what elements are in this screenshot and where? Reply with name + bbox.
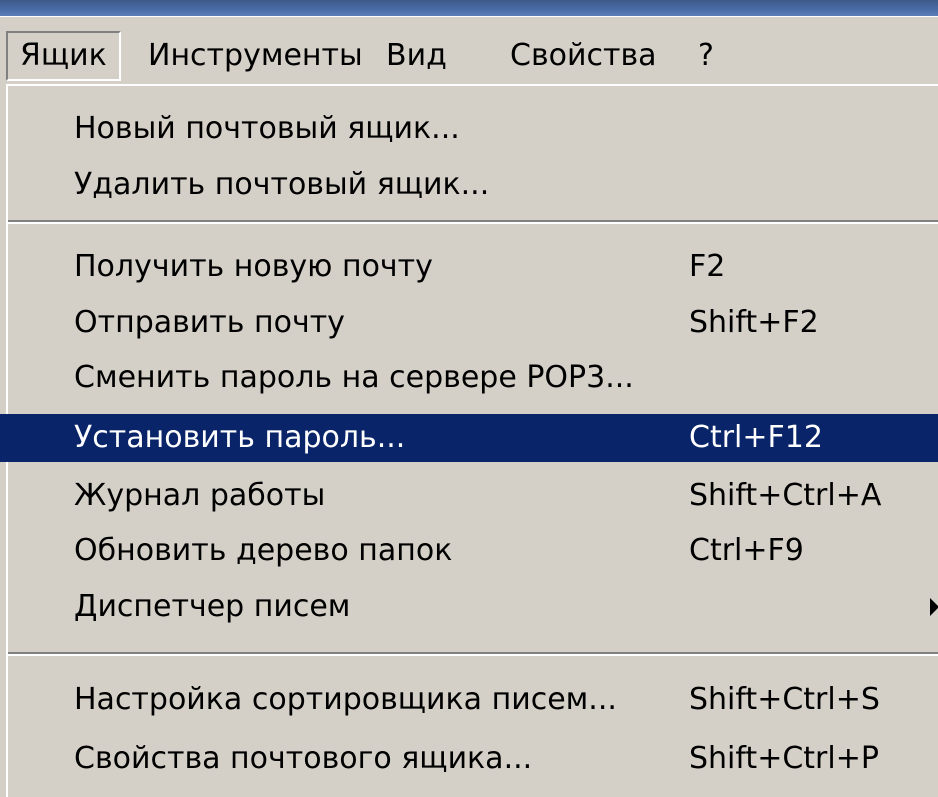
menu-mailbox[interactable]: Ящик: [6, 31, 121, 81]
menu-properties[interactable]: Свойства: [498, 31, 669, 81]
menu-item-mailbox-properties[interactable]: Свойства почтового ящика... Shift+Ctrl+P: [14, 735, 938, 783]
menu-item-change-pop3-password[interactable]: Сменить пароль на сервере POP3...: [14, 354, 938, 402]
menu-separator: [8, 220, 938, 224]
menu-item-shortcut: Shift+Ctrl+S: [689, 682, 880, 717]
menu-item-refresh-folder-tree[interactable]: Обновить дерево папок Ctrl+F9: [14, 527, 938, 575]
menu-help[interactable]: ?: [686, 31, 726, 81]
menu-item-message-manager[interactable]: Диспетчер писем: [14, 583, 938, 631]
application-window: Ящик Инструменты Вид Свойства ? Новый по…: [0, 0, 938, 797]
menu-item-sorter-settings[interactable]: Настройка сортировщика писем... Shift+Ct…: [14, 676, 938, 724]
menu-item-shortcut: Ctrl+F12: [689, 420, 823, 455]
menu-item-label: Диспетчер писем: [74, 589, 351, 624]
menu-item-shortcut: Ctrl+F9: [689, 533, 804, 568]
menu-item-label: Новый почтовый ящик...: [74, 111, 460, 146]
menu-item-shortcut: Shift+Ctrl+A: [689, 478, 882, 513]
menu-item-send-mail[interactable]: Отправить почту Shift+F2: [14, 299, 938, 347]
menu-item-label: Обновить дерево папок: [74, 533, 453, 568]
submenu-arrow-icon: [930, 598, 938, 616]
menu-item-label: Журнал работы: [74, 478, 326, 513]
menu-item-label: Настройка сортировщика писем...: [74, 682, 617, 717]
menu-item-new-mailbox[interactable]: Новый почтовый ящик...: [14, 105, 938, 153]
menu-view[interactable]: Вид: [374, 31, 459, 81]
menu-item-shortcut: Shift+F2: [689, 305, 819, 340]
menu-item-label: Получить новую почту: [74, 249, 433, 284]
menu-bar: Ящик Инструменты Вид Свойства ?: [0, 16, 938, 85]
menu-item-label: Удалить почтовый ящик...: [74, 167, 490, 202]
menu-item-delete-mailbox[interactable]: Удалить почтовый ящик...: [14, 161, 938, 209]
menu-item-label: Установить пароль...: [74, 420, 406, 455]
menu-separator: [8, 652, 938, 656]
menu-item-shortcut: F2: [689, 249, 726, 284]
menu-item-label: Сменить пароль на сервере POP3...: [74, 360, 634, 395]
menu-item-set-password[interactable]: Установить пароль... Ctrl+F12: [0, 414, 938, 462]
menu-item-work-log[interactable]: Журнал работы Shift+Ctrl+A: [14, 472, 938, 520]
menu-item-get-new-mail[interactable]: Получить новую почту F2: [14, 243, 938, 291]
menu-item-label: Отправить почту: [74, 305, 345, 340]
menu-item-label: Свойства почтового ящика...: [74, 741, 533, 776]
menu-item-shortcut: Shift+Ctrl+P: [689, 741, 879, 776]
title-bar: [0, 0, 938, 16]
menu-tools[interactable]: Инструменты: [136, 31, 375, 81]
